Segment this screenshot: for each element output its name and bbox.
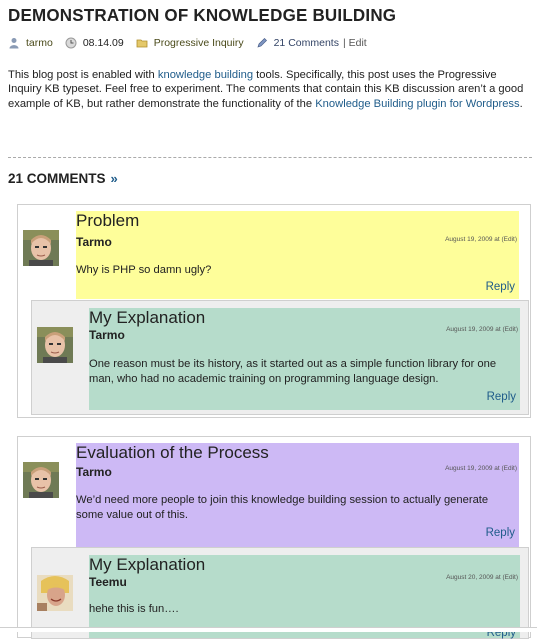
kb-note-problem: Problem Tarmo August 19, 2009 at (Edit) … bbox=[76, 211, 519, 299]
knowledge-building-link[interactable]: knowledge building bbox=[158, 69, 253, 81]
avatar bbox=[23, 230, 59, 266]
comment-body: One reason must be its history, as it st… bbox=[89, 358, 497, 385]
kb-plugin-link[interactable]: Knowledge Building plugin for Wordpress bbox=[315, 98, 519, 110]
avatar-image bbox=[37, 327, 73, 363]
comment-thread: Evaluation of the Process Tarmo August 1… bbox=[17, 436, 531, 639]
comments-link[interactable]: 21 Comments bbox=[274, 37, 339, 49]
kb-note-type: Evaluation of the Process bbox=[76, 443, 269, 462]
post-intro: This blog post is enabled with knowledge… bbox=[8, 68, 532, 111]
avatar-image bbox=[37, 575, 73, 611]
nested-comment: My Explanation Teemu August 20, 2009 at … bbox=[31, 547, 529, 639]
comment-date[interactable]: August 20, 2009 at (Edit) bbox=[446, 574, 518, 581]
avatar-image bbox=[23, 230, 59, 266]
kb-note-type: My Explanation bbox=[89, 555, 206, 574]
clock-icon bbox=[65, 37, 77, 49]
comments-heading: 21 COMMENTS » bbox=[8, 171, 118, 186]
meta-category: Progressive Inquiry bbox=[136, 37, 244, 49]
kb-note-explanation: My Explanation Tarmo August 19, 2009 at … bbox=[89, 308, 520, 410]
comment-body: We’d need more people to join this knowl… bbox=[76, 494, 489, 521]
post-date: 08.14.09 bbox=[82, 37, 124, 49]
divider bbox=[8, 157, 532, 158]
edit-link[interactable]: | Edit bbox=[343, 37, 367, 49]
meta-comments: 21 Comments bbox=[256, 37, 339, 49]
avatar-image bbox=[23, 462, 59, 498]
comment-body: Why is PHP so damn ugly? bbox=[76, 264, 212, 276]
post-title: DEMONSTRATION OF KNOWLEDGE BUILDING bbox=[8, 5, 397, 26]
folder-icon bbox=[136, 39, 148, 48]
intro-text-1: This blog post is enabled with bbox=[8, 69, 158, 81]
comments-heading-label: 21 COMMENTS bbox=[8, 171, 106, 186]
comment-author: Tarmo bbox=[89, 328, 125, 342]
kb-note-evaluation: Evaluation of the Process Tarmo August 1… bbox=[76, 443, 519, 547]
reply-button[interactable]: Reply bbox=[486, 527, 515, 539]
comment-thread: Problem Tarmo August 19, 2009 at (Edit) … bbox=[17, 204, 531, 418]
comment-date[interactable]: August 19, 2009 at (Edit) bbox=[445, 465, 517, 472]
comment-author: Teemu bbox=[89, 575, 127, 589]
comment-body: hehe this is fun…. bbox=[89, 603, 179, 615]
author-link[interactable]: tarmo bbox=[26, 37, 53, 49]
meta-author: tarmo bbox=[8, 37, 53, 49]
comment-date[interactable]: August 19, 2009 at (Edit) bbox=[445, 236, 517, 243]
avatar bbox=[23, 462, 59, 498]
kb-note-explanation: My Explanation Teemu August 20, 2009 at … bbox=[89, 555, 520, 639]
kb-note-type: Problem bbox=[76, 211, 140, 230]
avatar bbox=[37, 575, 73, 611]
intro-text-3: . bbox=[519, 97, 523, 110]
reply-button[interactable]: Reply bbox=[486, 281, 515, 293]
avatar bbox=[37, 327, 73, 363]
comment-author: Tarmo bbox=[76, 235, 112, 249]
nested-comment: My Explanation Tarmo August 19, 2009 at … bbox=[31, 300, 529, 415]
meta-date: 08.14.09 bbox=[65, 37, 124, 49]
bottom-edge bbox=[0, 627, 537, 632]
kb-note-type: My Explanation bbox=[89, 308, 206, 327]
category-link[interactable]: Progressive Inquiry bbox=[154, 37, 244, 49]
comment-date[interactable]: August 19, 2009 at (Edit) bbox=[446, 326, 518, 333]
comment-author: Tarmo bbox=[76, 465, 112, 479]
reply-button[interactable]: Reply bbox=[487, 391, 516, 403]
pencil-icon bbox=[257, 38, 267, 48]
user-icon bbox=[9, 38, 19, 49]
post-meta: tarmo 08.14.09 Progressive Inquiry 21 Co… bbox=[8, 36, 367, 50]
raquo-icon: » bbox=[110, 171, 118, 186]
